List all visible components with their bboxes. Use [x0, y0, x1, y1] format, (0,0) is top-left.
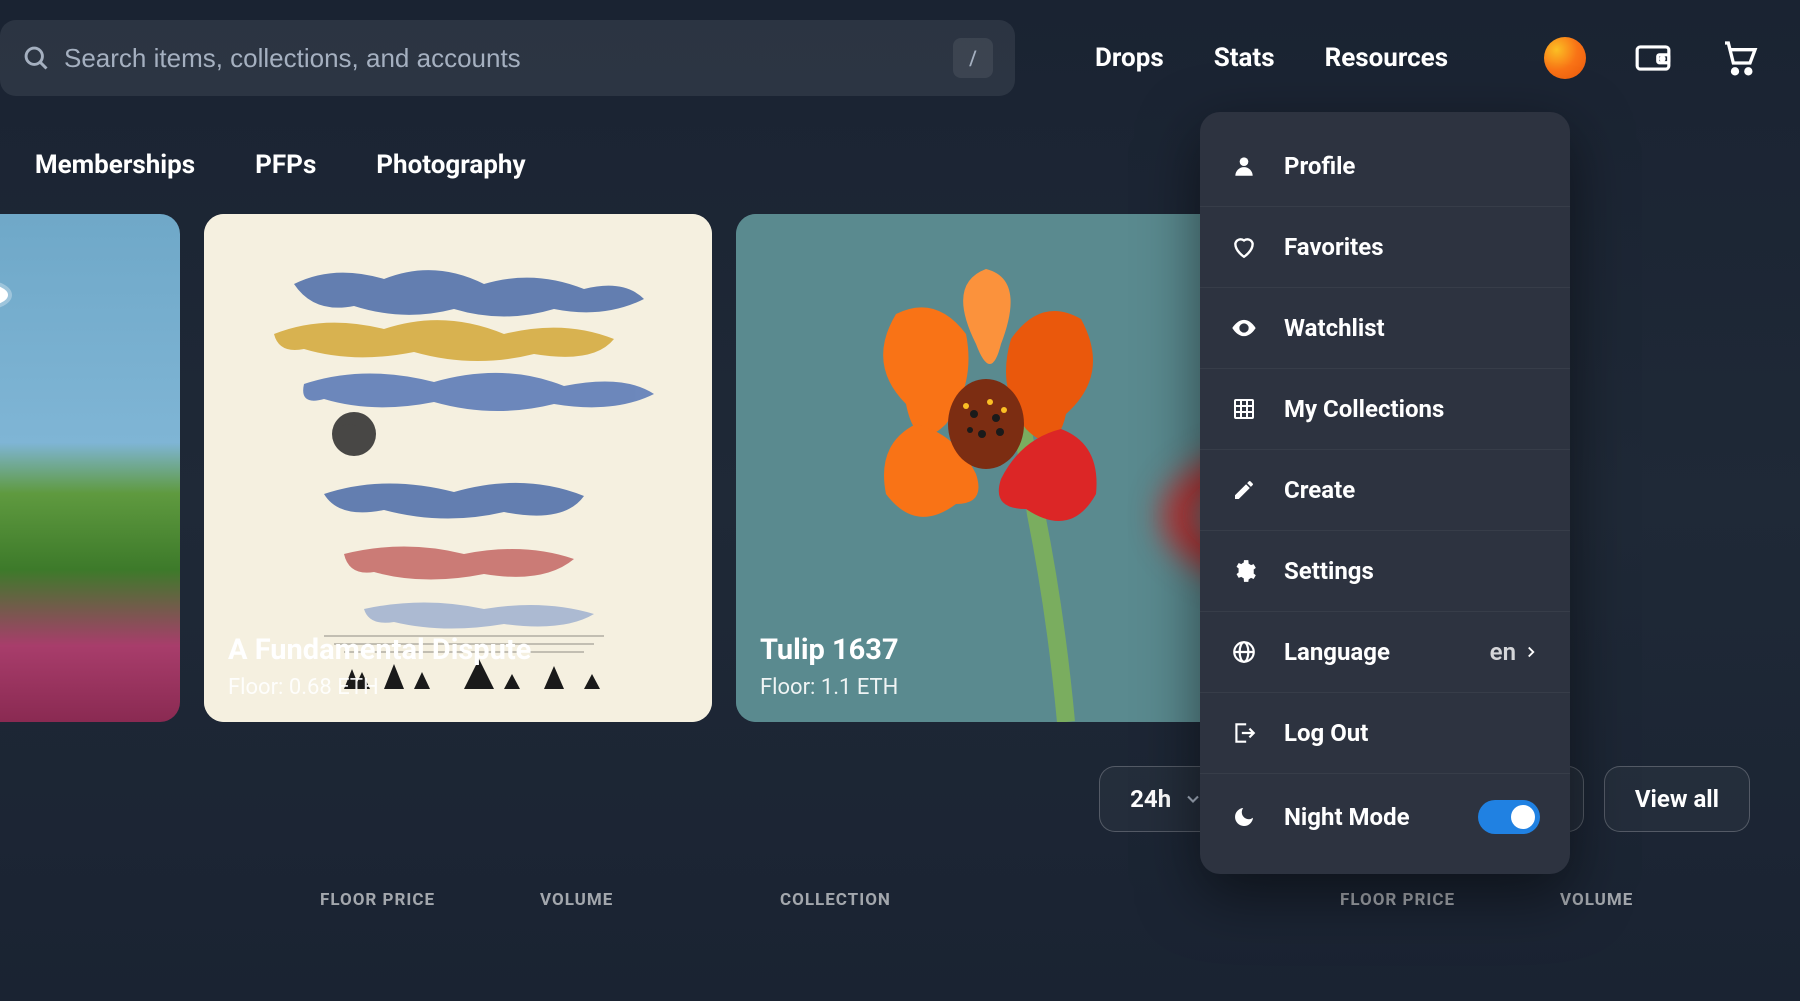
card-title: ns — [0, 658, 156, 692]
menu-profile[interactable]: Profile — [1200, 126, 1570, 206]
card-overlay: Tulip 1637 Floor: 1.1 ETH — [736, 607, 1244, 722]
menu-my-collections[interactable]: My Collections — [1200, 368, 1570, 449]
category-tab-photography[interactable]: Photography — [376, 150, 525, 180]
card-title: Tulip 1637 — [760, 633, 1220, 667]
menu-watchlist[interactable]: Watchlist — [1200, 287, 1570, 368]
category-tab-memberships[interactable]: Memberships — [35, 150, 195, 180]
nav-resources[interactable]: Resources — [1325, 43, 1449, 73]
menu-label: Watchlist — [1284, 314, 1385, 342]
menu-language[interactable]: Language en — [1200, 611, 1570, 692]
header-actions — [1544, 37, 1760, 79]
menu-label: Create — [1284, 476, 1355, 504]
search-icon — [22, 44, 50, 72]
nav-stats[interactable]: Stats — [1214, 43, 1275, 73]
wallet-icon[interactable] — [1634, 39, 1672, 77]
nav-links: Drops Stats Resources — [1095, 43, 1448, 73]
category-tab-pfps[interactable]: PFPs — [255, 150, 316, 180]
menu-favorites[interactable]: Favorites — [1200, 206, 1570, 287]
menu-label: Log Out — [1284, 719, 1368, 747]
collection-card[interactable]: A Fundamental Dispute Floor: 0.68 ETH — [204, 214, 712, 722]
cart-icon[interactable] — [1720, 38, 1760, 78]
header: / Drops Stats Resources — [0, 0, 1800, 116]
globe-icon — [1230, 638, 1258, 666]
card-overlay: A Fundamental Dispute Floor: 0.68 ETH — [204, 607, 712, 722]
menu-label: Language — [1284, 638, 1390, 666]
collection-card[interactable]: Tulip 1637 Floor: 1.1 ETH — [736, 214, 1244, 722]
menu-create[interactable]: Create — [1200, 449, 1570, 530]
menu-language-value: en — [1490, 638, 1540, 666]
menu-label: My Collections — [1284, 395, 1444, 423]
avatar[interactable] — [1544, 37, 1586, 79]
th-collection: COLLECTION — [780, 890, 1340, 910]
collection-card[interactable]: ns — [0, 214, 180, 722]
card-title: A Fundamental Dispute — [228, 633, 688, 667]
search-box[interactable]: / — [0, 20, 1015, 96]
gear-icon — [1230, 557, 1258, 585]
person-icon — [1230, 152, 1258, 180]
th-volume: VOLUME — [540, 890, 780, 910]
menu-label: Night Mode — [1284, 803, 1410, 831]
night-mode-toggle[interactable] — [1478, 800, 1540, 834]
card-floor: Floor: 0.68 ETH — [228, 675, 688, 700]
search-input[interactable] — [64, 43, 939, 74]
card-floor: Floor: 1.1 ETH — [760, 675, 1220, 700]
menu-night-mode[interactable]: Night Mode — [1200, 773, 1570, 860]
timeframe-label: 24h — [1130, 785, 1171, 813]
th-floor-price: FLOOR PRICE — [320, 890, 540, 910]
view-all-button[interactable]: View all — [1604, 766, 1750, 832]
menu-label: Favorites — [1284, 233, 1384, 261]
eye-icon — [1230, 314, 1258, 342]
menu-label: Settings — [1284, 557, 1374, 585]
chevron-right-icon — [1522, 643, 1540, 661]
th-floor-price-2: FLOOR PRICE — [1340, 890, 1560, 910]
menu-log-out[interactable]: Log Out — [1200, 692, 1570, 773]
grid-icon — [1230, 395, 1258, 423]
nav-drops[interactable]: Drops — [1095, 43, 1164, 73]
search-shortcut-badge: / — [953, 38, 993, 78]
user-dropdown-menu: Profile Favorites Watchlist My Collectio… — [1200, 112, 1570, 874]
moon-icon — [1230, 803, 1258, 831]
pencil-icon — [1230, 476, 1258, 504]
view-all-label: View all — [1635, 785, 1719, 813]
menu-label: Profile — [1284, 152, 1355, 180]
th-volume-2: VOLUME — [1560, 890, 1720, 910]
logout-icon — [1230, 719, 1258, 747]
menu-settings[interactable]: Settings — [1200, 530, 1570, 611]
card-overlay: ns — [0, 632, 180, 722]
heart-icon — [1230, 233, 1258, 261]
